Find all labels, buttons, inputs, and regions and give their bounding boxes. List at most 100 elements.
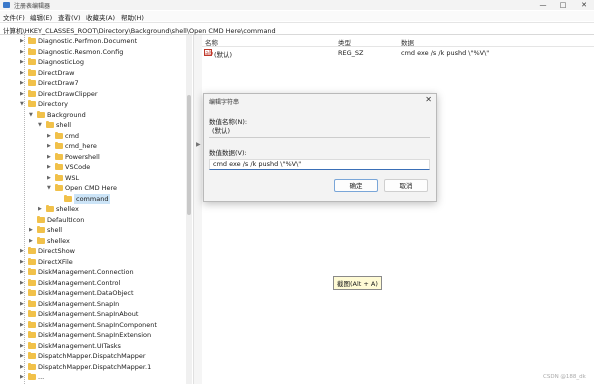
folder-icon: [37, 110, 45, 118]
tree-item-label: DiskManagement.SnapIn: [38, 299, 120, 308]
tree-item-label: DefaultIcon: [47, 215, 85, 224]
tree-scrollbar-thumb[interactable]: [187, 95, 191, 215]
chevron-right-icon[interactable]: ▶: [47, 131, 51, 141]
tree-item-label: Open CMD Here: [65, 184, 118, 192]
folder-icon: [37, 226, 45, 233]
tree-guide-line: [24, 35, 25, 384]
column-type[interactable]: 类型: [338, 37, 351, 47]
menu-help[interactable]: 帮助(H): [121, 12, 144, 22]
folder-icon: [28, 278, 36, 286]
folder-icon: [28, 89, 36, 97]
tree-item-label: Background: [47, 110, 86, 119]
tree-item-label: DiskManagement.Connection: [38, 268, 134, 276]
tree-item-label: DiagnosticLog: [38, 58, 84, 66]
dialog-title: 编辑字符串: [209, 99, 240, 106]
values-column-header: 名称 类型 数据: [202, 35, 594, 47]
tree-item-label: shell: [56, 121, 72, 129]
chevron-right-icon[interactable]: ▶: [29, 225, 33, 235]
folder-icon: [55, 173, 63, 181]
chevron-right-icon[interactable]: ▶: [47, 152, 51, 162]
tree-item-label: Diagnostic.Perfmon.Document: [38, 37, 138, 45]
value-name-field: (默认): [209, 127, 430, 138]
tree-scrollbar[interactable]: [186, 35, 192, 384]
folder-icon: [28, 320, 36, 328]
folder-icon: [55, 131, 63, 139]
folder-icon: [28, 331, 36, 338]
tree-item-label: DiskManagement.SnapInComponent: [38, 320, 157, 329]
folder-icon: [28, 68, 36, 76]
value-name: (默认): [214, 51, 233, 59]
tree-item-label: DiskManagement.Control: [38, 278, 121, 287]
address-bar[interactable]: 计算机\HKEY_CLASSES_ROOT\Directory\Backgrou…: [0, 22, 594, 35]
tree-item-label: DirectDraw: [38, 68, 75, 77]
folder-icon: [28, 268, 36, 275]
folder-icon: [28, 299, 36, 307]
menu-view[interactable]: 查看(V): [58, 12, 81, 22]
chevron-down-icon[interactable]: ▼: [38, 120, 42, 130]
tree-item-label: WSL: [65, 173, 80, 182]
folder-icon: [55, 152, 63, 160]
tree-item-label: Diagnostic.Resmon.Config: [38, 47, 124, 56]
close-button[interactable]: ✕: [574, 0, 594, 10]
chevron-down-icon[interactable]: ▼: [29, 110, 33, 120]
tree-item-label: Powershell: [65, 152, 100, 161]
value-data-input[interactable]: cmd exe /s /k pushd \"%V\": [209, 159, 430, 170]
tree-item-label: DiskManagement.UITasks: [38, 341, 121, 350]
tree-item-label: ...: [38, 373, 45, 381]
chevron-right-icon[interactable]: ▶: [47, 162, 51, 172]
chevron-right-icon[interactable]: ▶: [47, 173, 51, 183]
folder-icon: [55, 142, 63, 149]
cancel-button[interactable]: 取消: [384, 179, 428, 192]
folder-icon: [37, 215, 45, 223]
minimize-button[interactable]: —: [533, 0, 553, 10]
tree-item-label: shellex: [56, 205, 79, 213]
value-data-label: 数值数据(V):: [209, 149, 247, 157]
chevron-right-icon[interactable]: ▶: [47, 141, 51, 151]
watermark: CSDN @188_dk: [543, 374, 586, 380]
screenshot-tooltip: 截图(Alt + A): [333, 276, 382, 290]
folder-icon: [55, 163, 63, 170]
folder-icon: [64, 194, 72, 202]
edit-string-dialog: 编辑字符串 ✕ 数值名称(N): (默认) 数值数据(V): cmd exe /…: [203, 93, 437, 202]
tree-item-label: DirectDrawClipper: [38, 89, 98, 98]
folder-icon: [28, 352, 36, 359]
maximize-button[interactable]: □: [553, 0, 573, 10]
tree-item-label: DirectXFile: [38, 257, 73, 266]
folder-icon: [28, 310, 36, 317]
menu-edit[interactable]: 编辑(E): [30, 12, 52, 22]
folder-icon: [55, 184, 63, 191]
folder-icon: [28, 79, 36, 86]
regedit-app-icon: [3, 2, 10, 8]
dialog-close-icon[interactable]: ✕: [425, 95, 432, 104]
tree-item-label: cmd: [65, 131, 80, 140]
value-data: cmd exe /s /k pushd \"%V\": [401, 49, 490, 57]
window-title: 注册表编辑器: [14, 3, 51, 10]
folder-icon: [46, 205, 54, 212]
value-type: REG_SZ: [338, 49, 364, 57]
tree-item-label: Directory: [38, 100, 68, 108]
chevron-down-icon[interactable]: ▼: [47, 183, 51, 193]
menu-file[interactable]: 文件(F): [3, 12, 25, 22]
folder-icon: [28, 341, 36, 349]
folder-icon: [28, 362, 36, 370]
folder-icon: [37, 236, 45, 244]
folder-icon: [46, 121, 54, 128]
value-name-label: 数值名称(N):: [209, 118, 248, 126]
column-name[interactable]: 名称: [205, 37, 218, 47]
tree-item-label: shell: [47, 226, 63, 234]
folder-icon: [28, 47, 36, 55]
chevron-right-icon[interactable]: ▶: [29, 236, 33, 246]
tree-item-label: shellex: [47, 236, 70, 245]
tree-item-label: DirectShow: [38, 247, 76, 255]
tree-item-label: DiskManagement.DataObject: [38, 289, 134, 297]
folder-icon: [28, 100, 36, 107]
chevron-right-icon[interactable]: ▶: [38, 204, 42, 214]
menu-favorites[interactable]: 收藏夹(A): [86, 12, 115, 22]
folder-icon: [28, 247, 36, 254]
value-row[interactable]: ab (默认) REG_SZ cmd exe /s /k pushd \"%V\…: [202, 47, 594, 59]
registry-tree: ▶ Diagnostic.Perfmon.Document ▶ Diagnostic.…: [0, 35, 193, 384]
tree-item-label: DispatchMapper.DispatchMapper: [38, 352, 146, 360]
folder-icon: [28, 289, 36, 296]
column-data[interactable]: 数据: [401, 37, 414, 47]
ok-button[interactable]: 确定: [334, 179, 378, 192]
